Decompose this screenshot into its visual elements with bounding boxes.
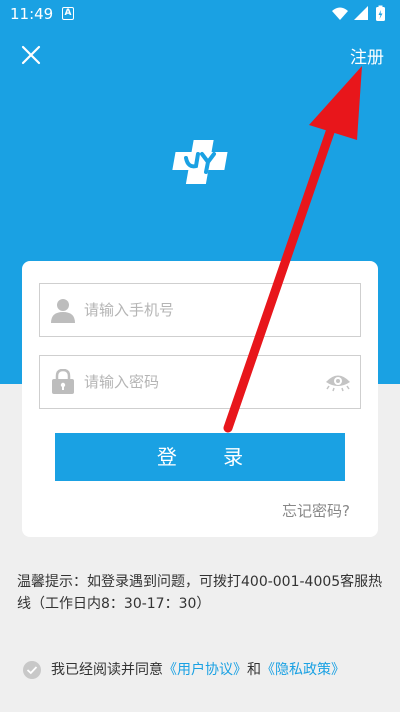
phone-field	[39, 283, 361, 337]
login-button[interactable]: 登 录	[55, 433, 345, 481]
phone-input[interactable]	[84, 284, 324, 336]
notification-icon: A	[62, 7, 74, 20]
eye-icon[interactable]	[324, 372, 352, 392]
agreement-text: 我已经阅读并同意《用户协议》和《隐私政策》	[51, 659, 345, 681]
register-button[interactable]: 注册	[350, 43, 384, 68]
signal-icon	[354, 6, 368, 20]
password-input[interactable]	[84, 356, 324, 408]
status-icons	[330, 5, 390, 23]
agreement-prefix: 我已经阅读并同意	[51, 662, 163, 678]
password-field	[39, 355, 361, 409]
status-bar: 11:49 A	[0, 0, 400, 28]
user-agreement-link[interactable]: 《用户协议》	[163, 662, 247, 678]
agreement-checkbox[interactable]	[22, 660, 42, 680]
login-card: 登 录 忘记密码?	[22, 261, 378, 537]
tips-text: 温馨提示：如登录遇到问题，可拨打400-001-4005客服热线（工作日内8：3…	[17, 574, 383, 612]
wifi-icon	[332, 7, 348, 20]
agreement-and: 和	[247, 662, 261, 678]
close-icon	[21, 45, 41, 65]
status-time: 11:49	[10, 5, 54, 23]
user-icon	[51, 299, 75, 323]
forgot-password-link[interactable]: 忘记密码?	[282, 500, 350, 521]
battery-icon	[376, 5, 385, 21]
close-button[interactable]	[20, 44, 42, 66]
agreement-row: 我已经阅读并同意《用户协议》和《隐私政策》	[22, 659, 392, 681]
app-logo	[172, 138, 228, 186]
lock-icon	[52, 369, 74, 394]
privacy-policy-link[interactable]: 《隐私政策》	[261, 662, 345, 678]
